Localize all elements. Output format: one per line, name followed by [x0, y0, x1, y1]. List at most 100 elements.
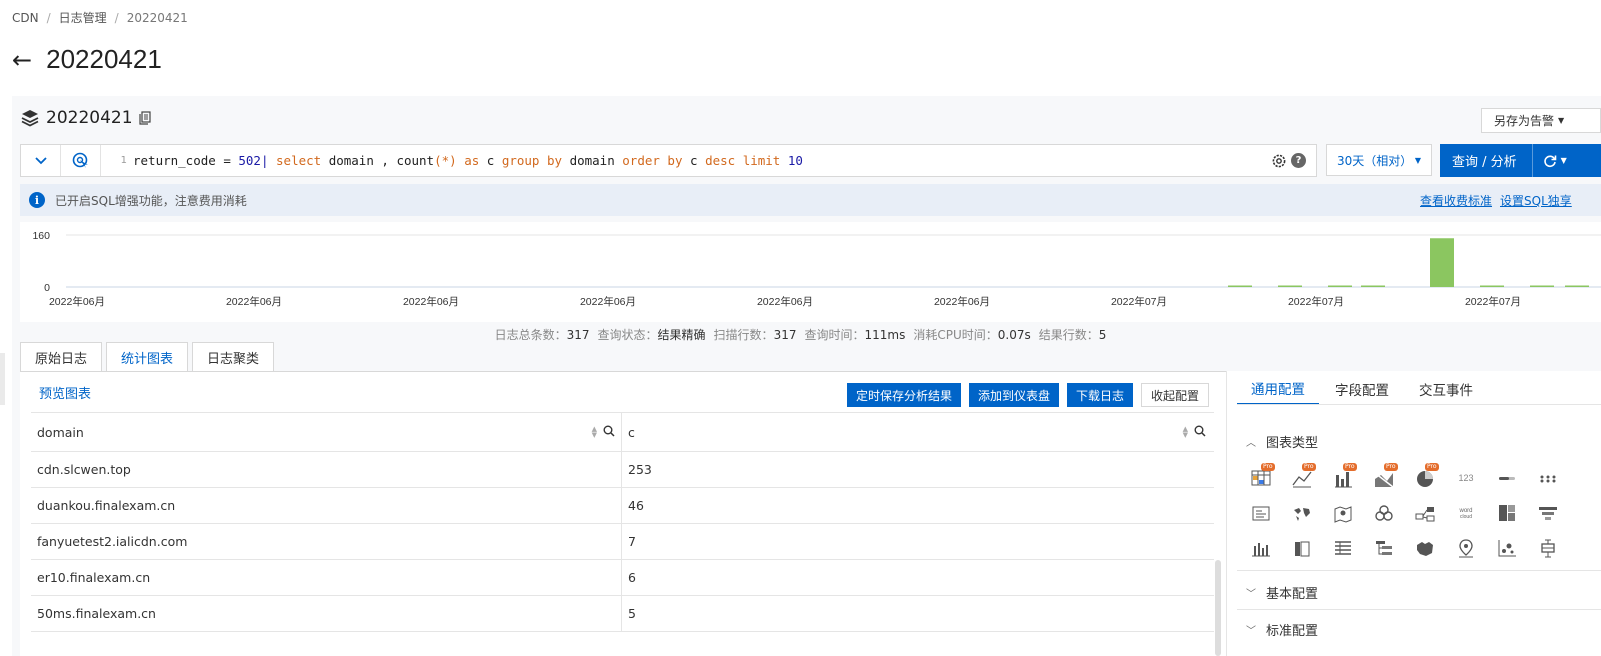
query-assistant-icon: [72, 152, 88, 168]
pricing-link[interactable]: 查看收费标准: [1420, 192, 1492, 209]
notice-text: 已开启SQL增强功能，注意费用消耗: [55, 193, 247, 208]
sort-icon[interactable]: ▲ ▼: [592, 426, 597, 439]
search-icon[interactable]: [603, 425, 615, 440]
query-assistant-button[interactable]: [61, 145, 101, 176]
text-card-icon: [1252, 506, 1269, 520]
count-cell: 6: [628, 570, 636, 585]
table-scrollbar[interactable]: [1215, 560, 1221, 656]
histogram-bar[interactable]: [1328, 285, 1352, 288]
back-arrow-icon[interactable]: ←: [12, 48, 32, 72]
config-tab-field[interactable]: 字段配置: [1321, 372, 1403, 405]
tab-charts[interactable]: 统计图表: [106, 342, 189, 372]
funnel-icon: [1538, 506, 1557, 520]
chart-type-option[interactable]: Pro: [1404, 460, 1445, 495]
chart-type-option[interactable]: [1363, 530, 1404, 565]
chart-type-option[interactable]: Pro: [1281, 460, 1322, 495]
add-to-dashboard-button[interactable]: 添加到仪表盘: [969, 383, 1060, 407]
query-token: [735, 153, 743, 168]
chart-type-option[interactable]: [1486, 495, 1527, 530]
page-title: 20220421: [46, 44, 162, 74]
histogram-bar[interactable]: [1430, 238, 1454, 287]
pro-badge: Pro: [1425, 463, 1439, 471]
chart-type-option[interactable]: [1404, 495, 1445, 530]
chart-type-option[interactable]: [1445, 530, 1486, 565]
search-icon[interactable]: [1194, 425, 1206, 440]
chart-type-option[interactable]: [1486, 530, 1527, 565]
column-header-domain[interactable]: domain ▲ ▼: [31, 413, 622, 451]
save-as-alarm-button[interactable]: 另存为告警 ▼: [1481, 108, 1601, 133]
histogram-x-tick: 2022年06月: [403, 295, 459, 308]
histogram-bar[interactable]: [1480, 285, 1504, 288]
histogram-x-tick: 2022年07月: [1465, 295, 1521, 308]
table-row: cdn.slcwen.top 253: [31, 452, 1214, 488]
copy-icon[interactable]: [138, 111, 151, 125]
topology-icon: [1415, 506, 1434, 521]
stat-value: 317: [773, 328, 797, 342]
count-cell: 7: [628, 534, 636, 549]
chart-type-option[interactable]: Pro: [1240, 460, 1281, 495]
sql-dedicated-link[interactable]: 设置SQL独享: [1500, 192, 1572, 209]
sql-enhance-notice: i 已开启SQL增强功能，注意费用消耗 查看收费标准 设置SQL独享: [20, 184, 1601, 216]
chart-type-option[interactable]: Pro: [1322, 460, 1363, 495]
chart-type-option[interactable]: 123: [1445, 460, 1486, 495]
query-editor[interactable]: return_code = 502| select domain , count…: [133, 153, 1271, 168]
breadcrumb-item-log-management[interactable]: 日志管理: [59, 9, 107, 26]
download-log-button[interactable]: 下载日志: [1067, 383, 1134, 407]
sort-icon[interactable]: ▲ ▼: [1183, 426, 1188, 439]
section-title: 基本配置: [1266, 587, 1319, 602]
histogram-bar[interactable]: [1278, 285, 1302, 288]
flow-icon: [1374, 504, 1393, 521]
count-cell: 5: [628, 606, 636, 621]
caret-down-icon[interactable]: ▼: [1561, 156, 1567, 165]
histogram-bar[interactable]: [1530, 285, 1554, 288]
section-basic-config[interactable]: ﹀ 基本配置: [1246, 583, 1318, 602]
tab-raw-logs[interactable]: 原始日志: [20, 342, 103, 372]
chart-type-option[interactable]: [1240, 530, 1281, 565]
section-standard-config[interactable]: ﹀ 标准配置: [1246, 620, 1318, 639]
histogram-bar[interactable]: [1228, 285, 1252, 288]
breadcrumb-item-cdn[interactable]: CDN: [12, 11, 39, 25]
section-chart-type[interactable]: ︿ 图表类型: [1246, 432, 1318, 451]
query-token: c: [682, 153, 706, 168]
chart-type-option[interactable]: [1281, 530, 1322, 565]
histogram-x-tick: 2022年06月: [580, 295, 636, 308]
time-range-selector[interactable]: 30天（相对） ▼: [1326, 144, 1432, 176]
histogram-x-tick: 2022年06月: [226, 295, 282, 308]
chart-type-option[interactable]: word cloud: [1445, 495, 1486, 530]
tab-log-cluster[interactable]: 日志聚类: [192, 342, 275, 372]
chart-type-option[interactable]: [1363, 495, 1404, 530]
chart-type-option[interactable]: [1486, 460, 1527, 495]
notice-links: 查看收费标准 设置SQL独享: [1420, 192, 1572, 209]
help-icon[interactable]: ?: [1291, 153, 1306, 168]
table-icon: [1334, 540, 1351, 555]
histogram-bar[interactable]: [1361, 285, 1385, 288]
preview-chart-link[interactable]: 预览图表: [39, 383, 91, 402]
chart-type-option[interactable]: [1527, 530, 1568, 565]
search-analyze-button[interactable]: 查询 / 分析 ▼: [1440, 144, 1601, 177]
chart-type-option[interactable]: [1281, 495, 1322, 530]
chart-type-option[interactable]: [1527, 460, 1568, 495]
collapse-toggle[interactable]: [21, 145, 61, 176]
scheduled-save-button[interactable]: 定时保存分析结果: [847, 383, 962, 407]
config-tab-interaction[interactable]: 交互事件: [1405, 372, 1487, 405]
side-handle[interactable]: [0, 353, 5, 405]
chart-type-option[interactable]: Pro: [1363, 460, 1404, 495]
stat-label: 扫描行数：: [713, 328, 774, 342]
column-header-c[interactable]: c ▲ ▼: [622, 413, 1214, 451]
chart-type-option[interactable]: [1404, 530, 1445, 565]
chart-type-option[interactable]: [1527, 495, 1568, 530]
result-tabs: 原始日志 统计图表 日志聚类: [20, 342, 278, 372]
chart-type-option[interactable]: [1322, 495, 1363, 530]
pro-badge: Pro: [1302, 463, 1316, 471]
collapse-config-button[interactable]: 收起配置: [1141, 383, 1210, 407]
histogram-bar[interactable]: [1565, 285, 1589, 288]
refresh-icon[interactable]: [1543, 154, 1557, 168]
config-tab-general[interactable]: 通用配置: [1237, 372, 1319, 405]
query-token: group by: [501, 153, 563, 168]
chevron-up-icon: ︿: [1246, 438, 1256, 449]
settings-gear-icon[interactable]: [1271, 153, 1287, 169]
log-histogram[interactable]: 160 0 2022年06月 2022年06月 2022年06月 2022年06月 2022…: [20, 222, 1601, 322]
chart-type-option[interactable]: [1240, 495, 1281, 530]
tree-icon: [1375, 540, 1392, 555]
chart-type-option[interactable]: [1322, 530, 1363, 565]
